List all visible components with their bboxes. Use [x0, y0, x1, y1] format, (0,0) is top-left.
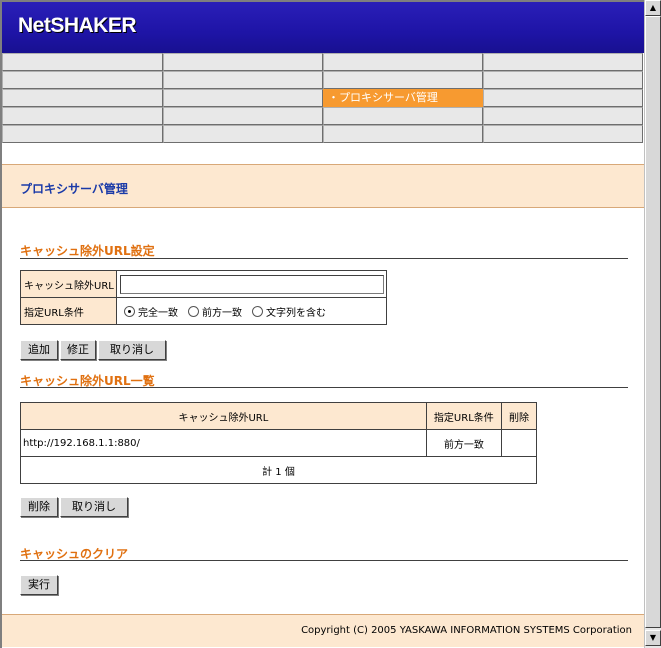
menu-row [2, 107, 644, 125]
table-header-row: キャッシュ除外URL 指定URL条件 削除 [20, 402, 538, 430]
radio-unchecked-icon [252, 305, 263, 317]
netshaker-logo: NetSHAKER [18, 14, 137, 37]
menu-cell[interactable] [163, 125, 323, 143]
menu-cell[interactable] [323, 107, 483, 125]
url-field-label: キャッシュ除外URL [20, 270, 117, 298]
delete-button[interactable]: 削除 [20, 497, 58, 517]
column-header-url: キャッシュ除外URL [20, 402, 427, 430]
main-menu-grid: ・プロキシサーバ管理 [2, 53, 644, 143]
scrollbar-thumb[interactable] [645, 16, 661, 628]
radio-label: 文字列を含む [266, 307, 326, 319]
scroll-down-icon[interactable]: ▼ [645, 630, 661, 646]
menu-row [2, 125, 644, 143]
table-row[interactable]: http://192.168.1.1:880/ 前方一致 [20, 429, 538, 457]
condition-field-label: 指定URL条件 [20, 297, 117, 325]
execute-clear-button[interactable]: 実行 [20, 575, 58, 595]
menu-cell[interactable] [483, 89, 643, 107]
radio-checked-icon [124, 305, 135, 317]
menu-cell[interactable] [163, 71, 323, 89]
page-title: プロキシサーバ管理 [20, 182, 128, 196]
condition-radio-group: 完全一致 前方一致 文字列を含む [120, 304, 386, 319]
menu-cell[interactable] [2, 125, 163, 143]
cancel-form-button[interactable]: 取り消し [98, 340, 166, 360]
page-title-bar: プロキシサーバ管理 [2, 164, 644, 208]
menu-item-proxy-server-admin[interactable]: ・プロキシサーバ管理 [323, 89, 483, 107]
exclusion-list-table: キャッシュ除外URL 指定URL条件 削除 http://192.168.1.1… [20, 402, 538, 484]
menu-cell[interactable] [163, 107, 323, 125]
radio-label: 完全一致 [138, 307, 178, 319]
add-button[interactable]: 追加 [20, 340, 58, 360]
scroll-up-icon[interactable]: ▲ [645, 0, 661, 16]
menu-cell[interactable] [2, 89, 163, 107]
row-delete-cell[interactable] [500, 429, 538, 457]
menu-row [2, 53, 644, 71]
section-divider [20, 387, 628, 388]
browser-frame: NetSHAKER ・プロキシサーバ管理 プロキシサーバ管理 キャッシュ除外UR… [0, 0, 644, 648]
menu-cell[interactable] [323, 125, 483, 143]
menu-cell[interactable] [2, 71, 163, 89]
menu-cell[interactable] [163, 53, 323, 71]
radio-contains-string[interactable]: 文字列を含む [252, 304, 326, 319]
radio-prefix-match[interactable]: 前方一致 [188, 304, 242, 319]
menu-cell[interactable] [2, 107, 163, 125]
page-footer: Copyright (C) 2005 YASKAWA INFORMATION S… [2, 614, 644, 647]
column-header-condition: 指定URL条件 [425, 402, 502, 430]
menu-cell[interactable] [323, 53, 483, 71]
edit-button[interactable]: 修正 [60, 340, 96, 360]
copyright-text: Copyright (C) 2005 YASKAWA INFORMATION S… [301, 625, 632, 636]
menu-cell[interactable] [483, 71, 643, 89]
menu-cell[interactable] [483, 53, 643, 71]
column-header-delete: 削除 [500, 402, 538, 430]
menu-cell[interactable] [163, 89, 323, 107]
menu-cell[interactable] [483, 107, 643, 125]
radio-unchecked-icon [188, 305, 199, 317]
menu-row [2, 71, 644, 89]
row-condition-cell: 前方一致 [425, 429, 502, 457]
menu-cell[interactable] [483, 125, 643, 143]
app-header: NetSHAKER [2, 2, 644, 53]
row-url-cell: http://192.168.1.1:880/ [20, 429, 427, 457]
table-total-row: 計 1 個 [20, 456, 537, 484]
radio-exact-match[interactable]: 完全一致 [124, 304, 178, 319]
menu-row: ・プロキシサーバ管理 [2, 89, 644, 107]
radio-label: 前方一致 [202, 307, 242, 319]
section-divider [20, 560, 628, 561]
section-divider [20, 258, 628, 259]
menu-cell[interactable] [323, 71, 483, 89]
vertical-scrollbar[interactable]: ▲ ▼ [644, 0, 661, 648]
cancel-list-button[interactable]: 取り消し [60, 497, 128, 517]
menu-cell[interactable] [2, 53, 163, 71]
section-title-exclusion-settings: キャッシュ除外URL設定 [20, 244, 155, 258]
exclusion-form-table: キャッシュ除外URL 指定URL条件 完全一致 前方一致 文字列を含む [20, 270, 387, 325]
total-count: 計 1 個 [20, 456, 537, 484]
exclusion-url-input[interactable] [120, 274, 384, 294]
